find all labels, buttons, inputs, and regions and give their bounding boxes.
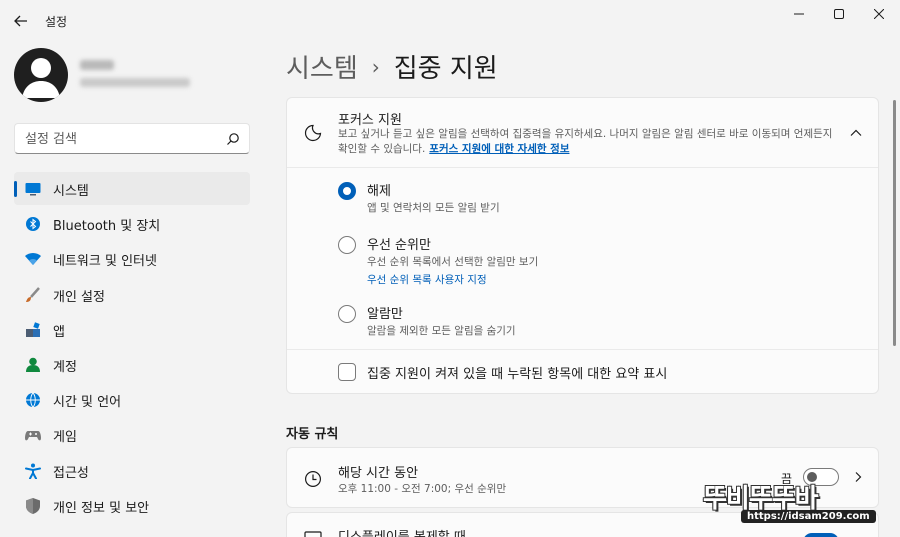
moon-icon — [304, 124, 322, 142]
account-icon — [25, 357, 41, 373]
sidebar-item-label: 시간 및 언어 — [53, 395, 122, 411]
minimize-button[interactable] — [780, 4, 818, 24]
back-arrow-icon — [14, 15, 27, 27]
wifi-icon — [25, 251, 41, 267]
settings-search[interactable] — [14, 123, 250, 154]
sidebar-item-network[interactable]: 네트워크 및 인터넷 — [14, 242, 250, 275]
radio-title: 해제 — [367, 184, 391, 199]
radio-button[interactable] — [338, 305, 356, 323]
sidebar-item-label: 시스템 — [53, 184, 89, 199]
sidebar-item-label: 앱 — [53, 324, 65, 340]
radio-subtitle: 알람을 제외한 모든 알림을 숨기기 — [367, 325, 516, 337]
maximize-button[interactable] — [820, 4, 858, 24]
sidebar-nav: 시스템 Bluetooth 및 장치 네트워크 및 인터넷 개인 설정 앱 계정 — [14, 172, 250, 524]
sidebar-item-label: 개인 설정 — [53, 289, 105, 305]
search-input[interactable] — [25, 130, 215, 148]
sidebar-item-system[interactable]: 시스템 — [14, 172, 250, 205]
sidebar-item-personalization[interactable]: 개인 설정 — [14, 278, 250, 311]
breadcrumb: 시스템 › 집중 지원 — [286, 48, 498, 85]
section-title-auto-rules: 자동 규칙 — [286, 427, 339, 442]
rule-title: 디스플레이를 복제할 때 — [338, 526, 466, 537]
radio-subtitle: 우선 순위 목록에서 선택한 알림만 보기 — [367, 256, 539, 268]
shield-icon — [25, 497, 41, 514]
sidebar-item-privacy[interactable]: 개인 정보 및 보안 — [14, 489, 250, 522]
app-title: 설정 — [45, 15, 68, 29]
customize-priority-link[interactable]: 우선 순위 목록 사용자 지정 — [367, 272, 487, 287]
clock-icon — [304, 470, 322, 488]
apps-icon — [25, 322, 41, 338]
display-icon — [304, 531, 322, 537]
user-profile[interactable] — [14, 48, 254, 104]
rule-toggle[interactable] — [803, 533, 839, 537]
system-icon — [25, 181, 41, 197]
summary-label: 집중 지원이 켜져 있을 때 누락된 항목에 대한 요약 표시 — [367, 367, 668, 382]
radio-title: 알람만 — [367, 307, 403, 322]
back-button[interactable] — [10, 10, 32, 32]
search-icon[interactable] — [226, 132, 240, 146]
globe-icon — [25, 392, 41, 408]
sidebar-item-apps[interactable]: 앱 — [14, 313, 250, 346]
focus-learn-more-link[interactable]: 포커스 지원에 대한 자세한 정보 — [429, 143, 569, 155]
watermark: 뚜비뚜뚜바 https://idsam209.com — [703, 478, 891, 528]
close-button[interactable] — [860, 4, 898, 24]
accessibility-icon — [25, 463, 41, 479]
sidebar-item-time-language[interactable]: 시간 및 언어 — [14, 383, 250, 416]
bluetooth-icon — [25, 216, 41, 232]
focus-assist-description: 보고 싶거나 듣고 싶은 알림을 선택하여 집중력을 유지하세요. 나머지 알림… — [338, 127, 843, 157]
radio-subtitle: 앱 및 연락처의 모든 알림 받기 — [367, 202, 500, 214]
sidebar-item-accounts[interactable]: 계정 — [14, 348, 250, 381]
focus-assist-card: 포커스 지원 보고 싶거나 듣고 싶은 알림을 선택하여 집중력을 유지하세요.… — [286, 97, 879, 394]
sidebar-item-label: 접근성 — [53, 465, 89, 481]
gamepad-icon — [25, 427, 41, 443]
rule-title: 해당 시간 동안 — [338, 466, 419, 481]
radio-title: 우선 순위만 — [367, 238, 431, 253]
page-title: 집중 지원 — [393, 54, 498, 84]
radio-button[interactable] — [338, 182, 356, 200]
sidebar-item-label: 계정 — [53, 359, 77, 375]
summary-option-row[interactable]: 집중 지원이 켜져 있을 때 누락된 항목에 대한 요약 표시 — [287, 349, 878, 394]
sidebar-item-label: 개인 정보 및 보안 — [53, 500, 150, 516]
profile-name-blurred — [80, 60, 114, 70]
minimize-icon — [794, 13, 804, 15]
profile-email-blurred — [80, 78, 190, 87]
watermark-url: https://idsam209.com — [741, 510, 876, 523]
sidebar-item-gaming[interactable]: 게임 — [14, 418, 250, 451]
radio-button[interactable] — [338, 236, 356, 254]
focus-description-text: 보고 싶거나 듣고 싶은 알림을 선택하여 집중력을 유지하세요. 나머지 알림… — [338, 128, 833, 155]
focus-assist-title: 포커스 지원 — [338, 113, 402, 128]
sidebar-item-accessibility[interactable]: 접근성 — [14, 454, 250, 487]
avatar — [14, 48, 68, 102]
maximize-icon — [834, 9, 844, 19]
rule-subtitle: 오후 11:00 - 오전 7:00; 우선 순위만 — [338, 483, 507, 495]
close-icon — [874, 9, 884, 19]
focus-assist-header[interactable]: 포커스 지원 보고 싶거나 듣고 싶은 알림을 선택하여 집중력을 유지하세요.… — [287, 98, 878, 168]
scrollbar[interactable] — [893, 100, 896, 346]
brush-icon — [25, 286, 41, 303]
breadcrumb-separator: › — [371, 54, 380, 79]
sidebar-item-label: Bluetooth 및 장치 — [53, 219, 161, 235]
title-bar: 설정 — [0, 0, 900, 40]
summary-checkbox[interactable] — [338, 363, 356, 381]
breadcrumb-parent[interactable]: 시스템 — [286, 48, 358, 85]
sidebar-item-bluetooth[interactable]: Bluetooth 및 장치 — [14, 207, 250, 240]
sidebar-item-label: 게임 — [53, 430, 77, 446]
sidebar-item-label: 네트워크 및 인터넷 — [53, 254, 157, 270]
chevron-up-icon[interactable] — [849, 126, 863, 140]
